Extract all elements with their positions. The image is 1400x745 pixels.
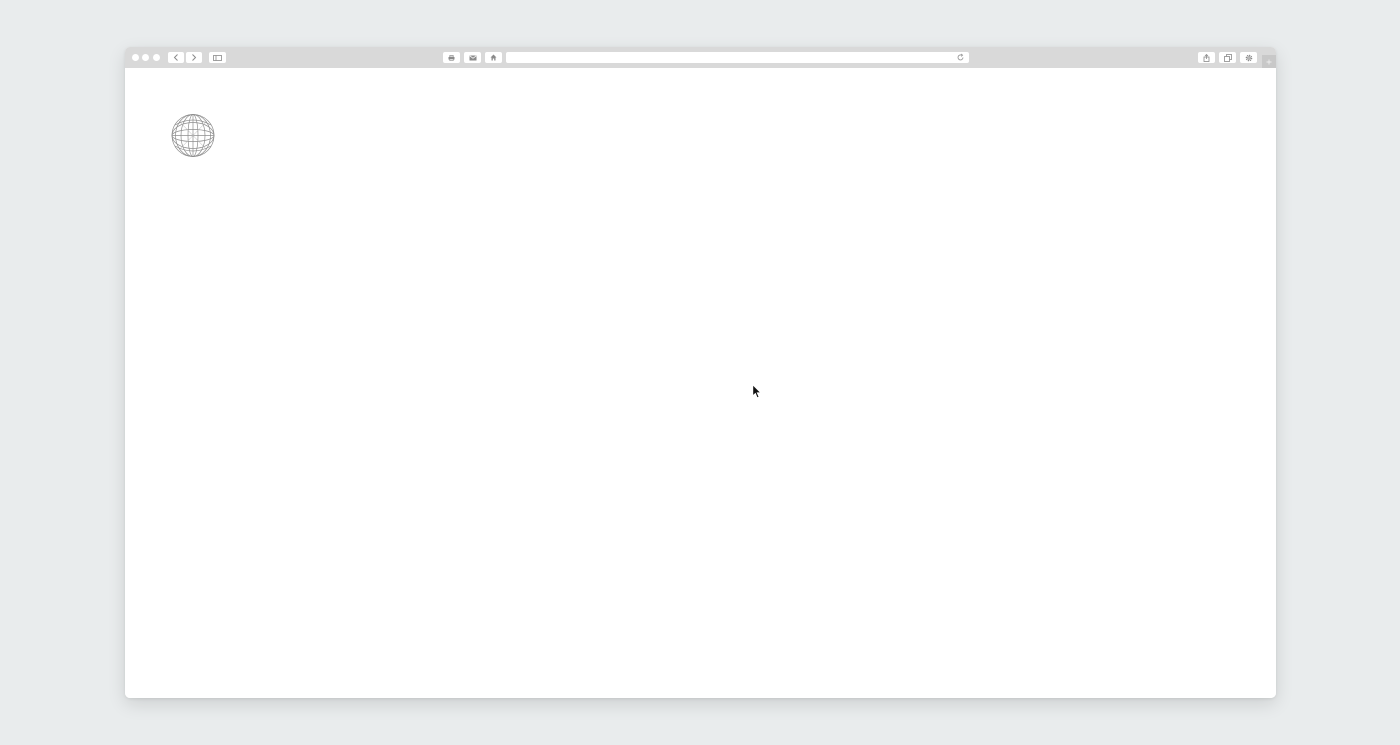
share-button[interactable] (1198, 52, 1215, 63)
zoom-window-button[interactable] (153, 54, 160, 61)
settings-button[interactable] (1240, 52, 1257, 63)
minimize-window-button[interactable] (142, 54, 149, 61)
home-button[interactable] (485, 52, 502, 63)
sidebar-icon (213, 54, 222, 61)
browser-window (125, 47, 1276, 698)
home-icon (490, 54, 497, 61)
address-bar[interactable] (506, 52, 969, 63)
close-window-button[interactable] (132, 54, 139, 61)
mail-icon (469, 55, 476, 60)
forward-button[interactable] (186, 52, 202, 63)
back-icon (173, 54, 178, 61)
print-button[interactable] (443, 52, 460, 63)
settings-icon (1245, 54, 1252, 61)
globe-wireframe-icon[interactable] (171, 113, 215, 158)
print-icon (448, 54, 455, 61)
sidebar-toggle-button[interactable] (209, 52, 226, 63)
tabs-icon (1223, 53, 1232, 62)
mail-button[interactable] (464, 52, 481, 63)
tabs-overview-button[interactable] (1219, 52, 1236, 63)
share-icon (1203, 53, 1210, 62)
forward-icon (192, 54, 197, 61)
plus-icon (1266, 59, 1272, 64)
mouse-pointer-icon (752, 384, 762, 399)
new-tab-button[interactable] (1262, 55, 1276, 68)
back-button[interactable] (168, 52, 184, 63)
reload-icon[interactable] (956, 53, 965, 62)
page-content (125, 68, 1276, 698)
browser-toolbar (125, 47, 1276, 68)
